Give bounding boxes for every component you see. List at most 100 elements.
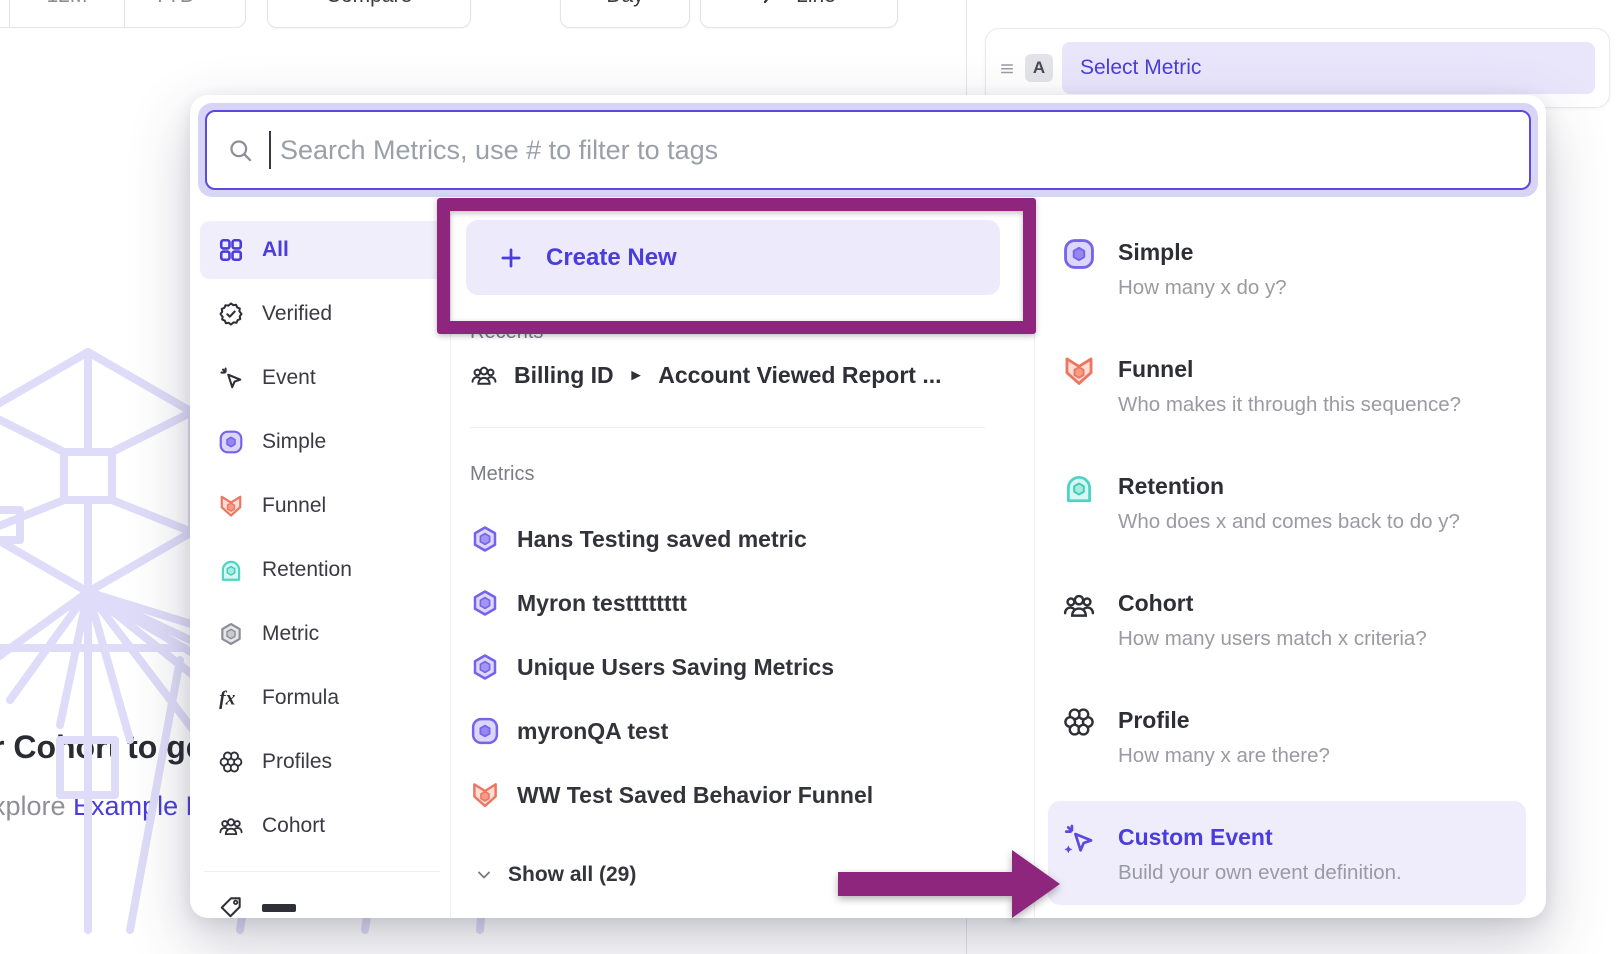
select-metric-button[interactable]: Select Metric xyxy=(1062,42,1595,94)
select-metric-label: Select Metric xyxy=(1080,56,1201,80)
category-simple[interactable]: Simple xyxy=(200,413,444,471)
annotation-arrow-tail xyxy=(838,872,1014,896)
funnel-icon xyxy=(470,780,500,810)
metric-hexagon-purple-icon xyxy=(470,588,500,618)
simple-icon xyxy=(218,429,244,455)
category-sidebar: All Verified Event Simple Funnel Retenti… xyxy=(200,221,444,918)
simple-icon xyxy=(1062,237,1096,271)
date-range-12m-label: 12M xyxy=(47,0,88,8)
metric-icon xyxy=(218,621,244,647)
type-description: Build your own event definition. xyxy=(1118,860,1402,886)
breadcrumb-arrow-icon: ▸ xyxy=(632,365,641,385)
metric-list-item[interactable]: Myron testttttttt xyxy=(470,581,687,625)
category-verified[interactable]: Verified xyxy=(200,285,444,343)
type-description: How many x do y? xyxy=(1118,275,1287,301)
compare-button[interactable]: Compare xyxy=(267,0,471,28)
tag-icon xyxy=(218,894,244,918)
drag-handle-icon[interactable] xyxy=(998,59,1016,77)
svg-text:fx: fx xyxy=(219,689,235,710)
metric-hexagon-purple-icon xyxy=(470,652,500,682)
type-title: Simple xyxy=(1118,237,1193,267)
funnel-icon xyxy=(1062,354,1096,388)
type-description: Who does x and comes back to do y? xyxy=(1118,509,1460,535)
category-label: Funnel xyxy=(262,494,326,518)
custom-event-icon xyxy=(1062,822,1096,856)
recents-metrics-divider xyxy=(470,427,985,428)
metric-list-item[interactable]: Hans Testing saved metric xyxy=(470,517,807,561)
cohort-icon xyxy=(1062,588,1096,622)
line-chart-icon xyxy=(762,0,786,8)
category-cohort[interactable]: Cohort xyxy=(200,797,444,855)
type-title: Funnel xyxy=(1118,354,1193,384)
retention-icon xyxy=(218,557,244,583)
funnel-icon xyxy=(218,493,244,519)
date-range-ytd-button[interactable]: YTD xyxy=(124,0,243,27)
app-screen: { "colors": { "accent_purple": "#4a3ddb"… xyxy=(0,0,1616,954)
sidebar-item-partial[interactable] xyxy=(200,894,444,918)
metric-item-label: Hans Testing saved metric xyxy=(517,526,807,553)
recent-item-source: Billing ID xyxy=(514,362,614,389)
grid-icon xyxy=(218,237,244,263)
category-funnel[interactable]: Funnel xyxy=(200,477,444,535)
event-icon xyxy=(218,365,244,391)
metric-item-label: Unique Users Saving Metrics xyxy=(517,654,834,681)
custom-event-highlight xyxy=(1048,801,1526,905)
metric-list-item[interactable]: myronQA test xyxy=(470,709,668,753)
type-title: Retention xyxy=(1118,471,1224,501)
category-label: Retention xyxy=(262,558,352,582)
day-granularity-button[interactable]: Day xyxy=(560,0,690,28)
metric-item-label: WW Test Saved Behavior Funnel xyxy=(517,782,873,809)
clipped-text-fragment xyxy=(262,904,296,912)
recent-item-name: Account Viewed Report ... xyxy=(658,362,941,389)
category-event[interactable]: Event xyxy=(200,349,444,407)
search-placeholder: Search Metrics, use # to filter to tags xyxy=(280,135,718,166)
metric-item-label: Myron testttttttt xyxy=(517,590,687,617)
date-range-12m-button[interactable]: 12M xyxy=(9,0,124,27)
metric-hexagon-purple-icon xyxy=(470,524,500,554)
category-label: Event xyxy=(262,366,316,390)
text-cursor xyxy=(269,131,271,169)
type-description: How many x are there? xyxy=(1118,743,1330,769)
verified-icon xyxy=(218,301,244,327)
category-label: Verified xyxy=(262,302,332,326)
metric-list-item[interactable]: WW Test Saved Behavior Funnel xyxy=(470,773,873,817)
metrics-section-label: Metrics xyxy=(470,463,534,486)
search-input[interactable]: Search Metrics, use # to filter to tags xyxy=(205,110,1531,190)
category-label: Profiles xyxy=(262,750,332,774)
retention-icon xyxy=(1062,471,1096,505)
type-title: Profile xyxy=(1118,705,1190,735)
category-metric[interactable]: Metric xyxy=(200,605,444,663)
category-formula[interactable]: fx Formula xyxy=(200,669,444,727)
type-title: Custom Event xyxy=(1118,822,1273,852)
annotation-box-create-new xyxy=(437,198,1036,334)
cohort-icon xyxy=(470,361,498,389)
profiles-icon xyxy=(1062,705,1096,739)
date-range-segmented-control: 12M YTD xyxy=(0,0,246,28)
date-range-ytd-label: YTD xyxy=(153,0,195,8)
chart-type-line-button[interactable]: Line xyxy=(700,0,898,28)
category-profiles[interactable]: Profiles xyxy=(200,733,444,791)
category-label: Formula xyxy=(262,686,339,710)
line-label: Line xyxy=(796,0,836,8)
type-description: How many users match x criteria? xyxy=(1118,626,1427,652)
search-icon xyxy=(227,137,254,164)
chevron-down-icon xyxy=(474,865,494,885)
category-all[interactable]: All xyxy=(200,221,444,279)
category-label: Cohort xyxy=(262,814,325,838)
profiles-icon xyxy=(218,749,244,775)
date-range-segment-hidden[interactable] xyxy=(0,0,9,27)
recent-item[interactable]: Billing ID ▸ Account Viewed Report ... xyxy=(470,353,942,397)
category-retention[interactable]: Retention xyxy=(200,541,444,599)
cohort-icon xyxy=(218,813,244,839)
chevron-down-icon xyxy=(201,0,215,3)
annotation-arrow-head xyxy=(1012,850,1060,918)
show-all-button[interactable]: Show all (29) xyxy=(474,863,636,887)
metric-list-item[interactable]: Unique Users Saving Metrics xyxy=(470,645,834,689)
type-description: Who makes it through this sequence? xyxy=(1118,392,1461,418)
type-title: Cohort xyxy=(1118,588,1193,618)
day-label: Day xyxy=(606,0,643,8)
category-label: Metric xyxy=(262,622,319,646)
sidebar-bottom-divider xyxy=(204,871,440,872)
metric-row-letter-badge: A xyxy=(1025,54,1053,82)
category-label: All xyxy=(262,238,289,262)
